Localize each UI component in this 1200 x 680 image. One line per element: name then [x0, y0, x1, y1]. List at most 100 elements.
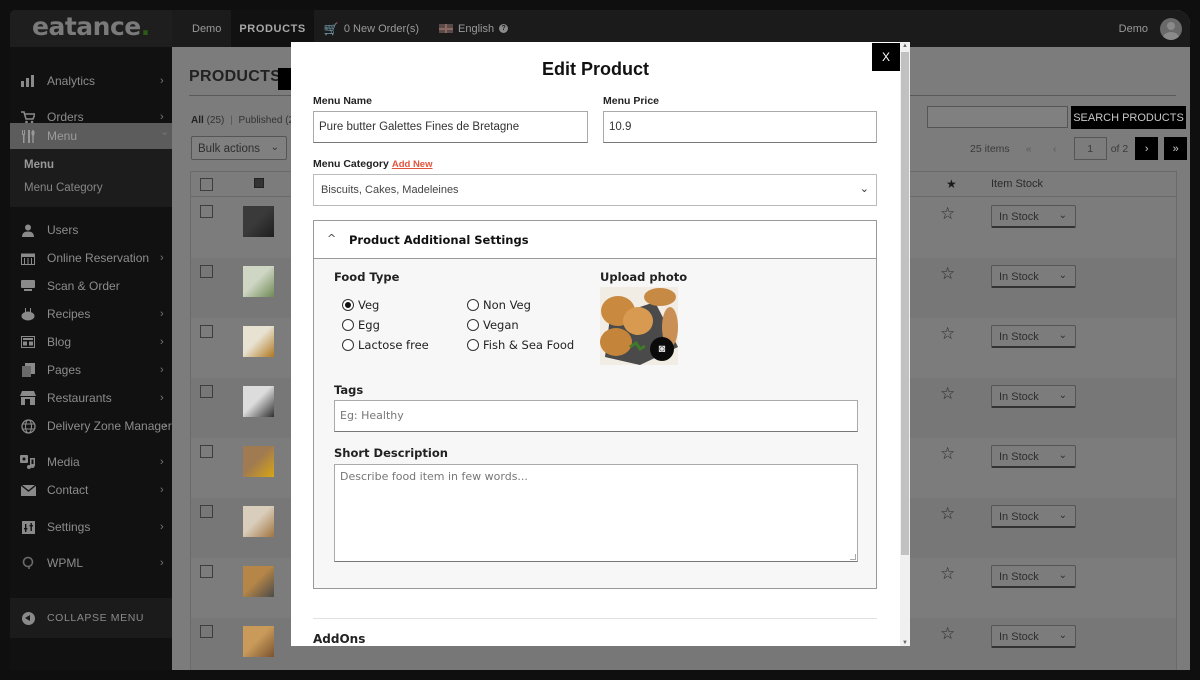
sidebar-item-users[interactable]: Users: [10, 217, 172, 243]
sidebar-item-label: Delivery Zone Manager: [47, 419, 172, 433]
sidebar-item-settings[interactable]: Settings ›: [10, 514, 172, 540]
product-thumbnail[interactable]: [243, 446, 274, 477]
chevron-down-icon: ⌄: [270, 142, 279, 153]
item-stock-select[interactable]: In Stock ⌄: [991, 205, 1076, 228]
item-stock-select[interactable]: In Stock ⌄: [991, 625, 1076, 648]
row-checkbox[interactable]: [200, 445, 213, 458]
radio-checked[interactable]: [342, 299, 354, 311]
filter-published[interactable]: Published (2: [239, 115, 295, 126]
featured-star-icon[interactable]: ☆: [940, 624, 955, 644]
food-type-vegan[interactable]: Vegan: [467, 318, 519, 332]
product-photo[interactable]: ◙: [600, 287, 678, 365]
prev-page-button[interactable]: ‹: [1042, 143, 1068, 155]
radio-label: Lactose free: [358, 338, 429, 352]
menu-price-input[interactable]: 10.9: [603, 111, 877, 143]
radio-unchecked[interactable]: [342, 339, 354, 351]
short-description-textarea[interactable]: Describe food item in few words...: [334, 464, 858, 562]
filter-all[interactable]: All: [191, 115, 204, 126]
row-checkbox[interactable]: [200, 505, 213, 518]
sidebar-item-online-reservation[interactable]: Online Reservation ›: [10, 245, 172, 271]
user-name[interactable]: Demo: [1119, 23, 1148, 35]
collapse-menu-button[interactable]: COLLAPSE MENU: [10, 598, 172, 638]
additional-settings-toggle[interactable]: ^ Product Additional Settings: [314, 221, 876, 259]
radio-unchecked[interactable]: [467, 299, 479, 311]
product-thumbnail[interactable]: [243, 266, 274, 297]
item-stock-select[interactable]: In Stock ⌄: [991, 385, 1076, 408]
avatar[interactable]: [1160, 17, 1182, 40]
search-products-button[interactable]: SEARCH PRODUCTS: [1071, 106, 1186, 129]
scrollbar-thumb[interactable]: [901, 52, 909, 555]
product-thumbnail[interactable]: [243, 386, 274, 417]
sidebar-item-blog[interactable]: Blog ›: [10, 329, 172, 355]
add-new-category-link[interactable]: Add New: [392, 159, 433, 170]
sidebar-item-contact[interactable]: Contact ›: [10, 477, 172, 503]
sidebar-item-menu[interactable]: Menu ⌄: [10, 123, 172, 149]
close-button[interactable]: X: [872, 43, 900, 71]
item-stock-select[interactable]: In Stock ⌄: [991, 325, 1076, 348]
bulk-actions-select[interactable]: Bulk actions ⌄: [191, 136, 287, 160]
current-page-input[interactable]: 1: [1073, 137, 1107, 160]
row-checkbox[interactable]: [200, 625, 213, 638]
product-thumbnail[interactable]: [243, 206, 274, 237]
featured-star-icon[interactable]: ☆: [940, 444, 955, 464]
radio-unchecked[interactable]: [342, 319, 354, 331]
sidebar-item-scan-order[interactable]: Scan & Order: [10, 273, 172, 299]
media-icon: [20, 454, 36, 470]
product-thumbnail[interactable]: [243, 566, 274, 597]
item-stock-select[interactable]: In Stock ⌄: [991, 565, 1076, 588]
sidebar-item-delivery-zone-manager[interactable]: Delivery Zone Manager ›: [10, 413, 172, 439]
featured-star-icon[interactable]: ☆: [940, 324, 955, 344]
row-checkbox[interactable]: [200, 205, 213, 218]
featured-star-icon[interactable]: ☆: [940, 204, 955, 224]
addons-heading: AddOns: [313, 632, 366, 646]
item-stock-select[interactable]: In Stock ⌄: [991, 445, 1076, 468]
sidebar-item-recipes[interactable]: Recipes ›: [10, 301, 172, 327]
menu-category-select[interactable]: Biscuits, Cakes, Madeleines ⌄: [313, 174, 877, 206]
last-page-button[interactable]: »: [1164, 137, 1188, 160]
sidebar-item-analytics[interactable]: Analytics ›: [10, 68, 172, 94]
sidebar-item-pages[interactable]: Pages ›: [10, 357, 172, 383]
menu-name-input[interactable]: Pure butter Galettes Fines de Bretagne: [313, 111, 588, 143]
help-icon[interactable]: ?: [499, 24, 509, 33]
item-stock-header[interactable]: Item Stock: [991, 178, 1043, 190]
featured-star-icon[interactable]: ★: [946, 177, 957, 191]
sidebar-item-media[interactable]: Media ›: [10, 449, 172, 475]
item-stock-select[interactable]: In Stock ⌄: [991, 505, 1076, 528]
product-thumbnail[interactable]: [243, 626, 274, 657]
bulk-actions-label: Bulk actions: [198, 143, 261, 155]
logo[interactable]: eatance.: [32, 12, 150, 41]
product-thumbnail[interactable]: [243, 326, 274, 357]
featured-star-icon[interactable]: ☆: [940, 564, 955, 584]
resize-handle[interactable]: [850, 554, 856, 560]
row-checkbox[interactable]: [200, 265, 213, 278]
next-page-button[interactable]: ›: [1135, 137, 1159, 160]
search-input[interactable]: [927, 106, 1068, 128]
row-checkbox[interactable]: [200, 325, 213, 338]
submenu-item-menu-category[interactable]: Menu Category: [24, 182, 103, 194]
camera-icon[interactable]: ◙: [650, 337, 674, 361]
select-all-checkbox[interactable]: [200, 178, 213, 191]
radio-unchecked[interactable]: [467, 339, 479, 351]
row-checkbox[interactable]: [200, 565, 213, 578]
food-type-fish-sea-food[interactable]: Fish & Sea Food: [467, 338, 574, 352]
first-page-button[interactable]: «: [1016, 143, 1042, 155]
food-type-non-veg[interactable]: Non Veg: [467, 298, 531, 312]
featured-star-icon[interactable]: ☆: [940, 264, 955, 284]
radio-unchecked[interactable]: [467, 319, 479, 331]
featured-star-icon[interactable]: ☆: [940, 504, 955, 524]
sidebar-item-restaurants[interactable]: Restaurants ›: [10, 385, 172, 411]
featured-star-icon[interactable]: ☆: [940, 384, 955, 404]
modal-scrollbar[interactable]: ▲ ▼: [900, 42, 910, 646]
food-type-lactose-free[interactable]: Lactose free: [342, 338, 429, 352]
nav-demo[interactable]: Demo: [182, 10, 231, 47]
submenu-item-menu[interactable]: Menu: [24, 159, 54, 171]
scroll-up-icon[interactable]: ▲: [902, 43, 908, 49]
scroll-down-icon[interactable]: ▼: [902, 640, 908, 646]
product-thumbnail[interactable]: [243, 506, 274, 537]
food-type-egg[interactable]: Egg: [342, 318, 380, 332]
food-type-veg[interactable]: Veg: [342, 298, 379, 312]
item-stock-select[interactable]: In Stock ⌄: [991, 265, 1076, 288]
tags-input[interactable]: Eg: Healthy: [334, 400, 858, 432]
row-checkbox[interactable]: [200, 385, 213, 398]
sidebar-item-wpml[interactable]: WPML ›: [10, 550, 172, 576]
